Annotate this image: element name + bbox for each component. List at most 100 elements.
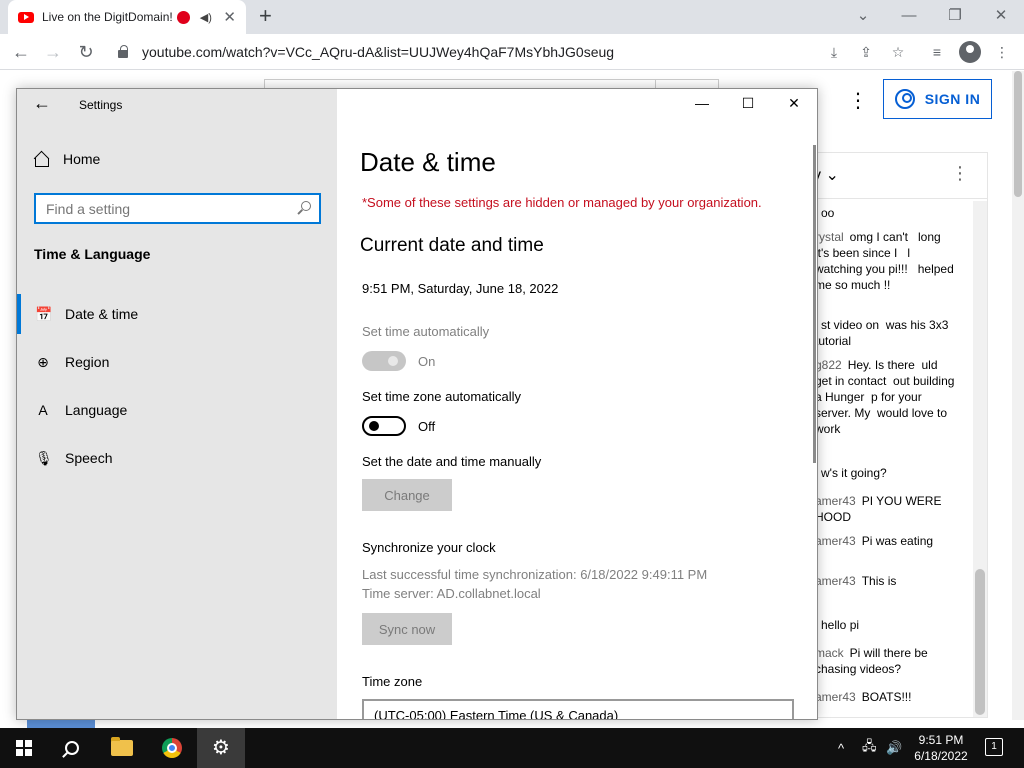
volume-icon[interactable]: 🔊 bbox=[886, 728, 902, 768]
set-time-auto-label: Set time automatically bbox=[362, 324, 490, 339]
minimize-icon[interactable]: — bbox=[886, 2, 932, 30]
sync-heading: Synchronize your clock bbox=[362, 540, 496, 555]
date-time-icon: 📅 bbox=[35, 306, 53, 322]
sidebar-item-language[interactable]: A Language bbox=[17, 390, 337, 430]
speaker-icon[interactable]: ◀) bbox=[200, 11, 212, 24]
start-button[interactable] bbox=[0, 728, 48, 768]
chat-scrollbar[interactable] bbox=[973, 201, 987, 717]
search-icon bbox=[65, 741, 79, 755]
chevron-up-icon[interactable]: ^ bbox=[838, 728, 844, 768]
timezone-value: (UTC-05:00) Eastern Time (US & Canada) bbox=[374, 707, 619, 720]
manual-label: Set the date and time manually bbox=[362, 454, 542, 469]
chat-message: amer43 PI YOU WERE HOOD bbox=[815, 494, 942, 524]
page-scrollbar[interactable] bbox=[1012, 71, 1024, 720]
youtube-favicon-icon bbox=[18, 11, 34, 23]
new-tab-icon[interactable]: + bbox=[259, 4, 272, 28]
browser-tab[interactable]: Live on the DigitDomain! ◀) ✕ bbox=[8, 0, 246, 34]
clock-time: 9:51 PM bbox=[918, 733, 964, 747]
current-date-heading: Current date and time bbox=[360, 235, 544, 256]
address-bar[interactable]: youtube.com/watch?v=VCc_AQru-dA&list=UUJ… bbox=[106, 38, 1024, 66]
settings-content: — ☐ ✕ Date & time *Some of these setting… bbox=[337, 89, 817, 720]
minimize-icon[interactable]: — bbox=[679, 95, 725, 111]
chat-message: oo bbox=[821, 206, 835, 220]
close-icon[interactable]: ✕ bbox=[223, 8, 236, 26]
page-title: Date & time bbox=[360, 147, 496, 177]
back-arrow-icon[interactable]: ← bbox=[33, 93, 51, 114]
chat-message: st video on was his 3x3 tutorial bbox=[815, 318, 949, 348]
media-icon[interactable]: ≡ bbox=[927, 42, 947, 62]
sync-last-text: Last successful time synchronization: 6/… bbox=[362, 567, 708, 582]
url-text: youtube.com/watch?v=VCc_AQru-dA&list=UUJ… bbox=[142, 44, 615, 60]
current-date-value: 9:51 PM, Saturday, June 18, 2022 bbox=[362, 281, 559, 296]
chrome-button[interactable] bbox=[148, 728, 196, 768]
set-time-auto-state: On bbox=[418, 354, 436, 369]
language-icon: A bbox=[38, 402, 48, 418]
sidebar-item-label: Region bbox=[65, 354, 110, 370]
chrome-icon bbox=[162, 738, 182, 758]
sidebar-item-speech[interactable]: 🎙 Speech bbox=[17, 438, 337, 478]
clock[interactable]: 9:51 PM 6/18/2022 bbox=[906, 732, 976, 764]
close-window-icon[interactable]: ✕ bbox=[978, 2, 1024, 30]
chat-message: mack Pi will there be chasing videos? bbox=[815, 646, 932, 676]
recording-icon bbox=[176, 10, 190, 24]
settings-search[interactable] bbox=[34, 193, 321, 224]
home-link[interactable]: Home bbox=[33, 151, 100, 167]
folder-icon bbox=[111, 737, 133, 756]
install-icon[interactable]: ⤓ bbox=[824, 42, 844, 62]
chat-message: hello pi bbox=[821, 618, 860, 632]
sync-now-button[interactable]: Sync now bbox=[362, 613, 452, 645]
home-icon bbox=[33, 152, 49, 167]
browser-toolbar: ← → ↻ youtube.com/watch?v=VCc_AQru-dA&li… bbox=[0, 34, 1024, 70]
chevron-down-icon[interactable]: ⌄ bbox=[840, 2, 886, 30]
more-options-icon[interactable]: ⋮ bbox=[848, 88, 868, 113]
content-scrollbar[interactable] bbox=[813, 145, 816, 463]
star-icon[interactable]: ☆ bbox=[888, 42, 908, 62]
gear-icon: ⚙ bbox=[212, 737, 230, 759]
set-time-auto-toggle[interactable] bbox=[362, 351, 406, 371]
globe-icon: ⊕ bbox=[37, 354, 49, 370]
microphone-icon: 🎙 bbox=[35, 450, 53, 466]
sidebar-item-region[interactable]: ⊕ Region bbox=[17, 342, 337, 382]
settings-sidebar: ← Settings Home Time & Language 📅 Date &… bbox=[17, 89, 337, 719]
chat-message: w's it going? bbox=[821, 466, 887, 480]
settings-taskbar-button[interactable]: ⚙ bbox=[197, 728, 245, 768]
chat-message: amer43 Pi was eating bbox=[815, 534, 934, 548]
chat-header: y ⌄ ⋮ bbox=[801, 153, 987, 199]
share-icon[interactable]: ⇪ bbox=[856, 42, 876, 62]
sign-in-label: SIGN IN bbox=[924, 91, 981, 107]
network-icon[interactable]: 🖧 bbox=[862, 728, 877, 768]
sidebar-item-date-time[interactable]: 📅 Date & time bbox=[17, 294, 337, 334]
sign-in-button[interactable]: SIGN IN bbox=[883, 79, 992, 119]
forward-icon[interactable]: → bbox=[40, 39, 66, 65]
notification-count: 1 bbox=[991, 741, 997, 752]
chat-message: rystal omg I can't long it's been since I… bbox=[815, 230, 954, 292]
browser-tab-strip: Live on the DigitDomain! ◀) ✕ + ⌄ — ❐ ✕ bbox=[0, 0, 1024, 34]
file-explorer-button[interactable] bbox=[98, 728, 146, 768]
change-button[interactable]: Change bbox=[362, 479, 452, 511]
chat-message: amer43 BOATS!!! bbox=[815, 690, 912, 704]
maximize-icon[interactable]: ☐ bbox=[725, 95, 771, 112]
restore-icon[interactable]: ❐ bbox=[932, 2, 978, 30]
close-icon[interactable]: ✕ bbox=[771, 95, 817, 112]
timezone-select[interactable]: (UTC-05:00) Eastern Time (US & Canada) bbox=[362, 699, 794, 720]
section-label: Time & Language bbox=[34, 246, 151, 262]
notification-icon[interactable]: 1 bbox=[985, 738, 1003, 756]
sidebar-item-label: Date & time bbox=[65, 306, 139, 322]
set-tz-auto-toggle[interactable] bbox=[362, 416, 406, 436]
settings-window: ← Settings Home Time & Language 📅 Date &… bbox=[16, 88, 818, 720]
timezone-label: Time zone bbox=[362, 674, 423, 689]
taskbar: ⚙ ^ 🖧 🔊 9:51 PM 6/18/2022 1 bbox=[0, 728, 1024, 768]
set-tz-auto-state: Off bbox=[418, 419, 436, 434]
clock-date: 6/18/2022 bbox=[914, 749, 968, 763]
profile-icon[interactable] bbox=[959, 41, 981, 63]
more-icon[interactable]: ⋮ bbox=[992, 42, 1012, 62]
search-icon bbox=[301, 201, 311, 211]
search-input[interactable] bbox=[46, 200, 286, 217]
back-icon[interactable]: ← bbox=[8, 39, 34, 65]
reload-icon[interactable]: ↻ bbox=[73, 39, 99, 65]
sync-server-text: Time server: AD.collabnet.local bbox=[362, 586, 541, 601]
live-chat-panel: y ⌄ ⋮ oo rystal omg I can't long it's bee… bbox=[800, 152, 988, 718]
windows-icon bbox=[16, 740, 32, 756]
more-options-icon[interactable]: ⋮ bbox=[951, 163, 969, 184]
search-button[interactable] bbox=[48, 728, 96, 768]
